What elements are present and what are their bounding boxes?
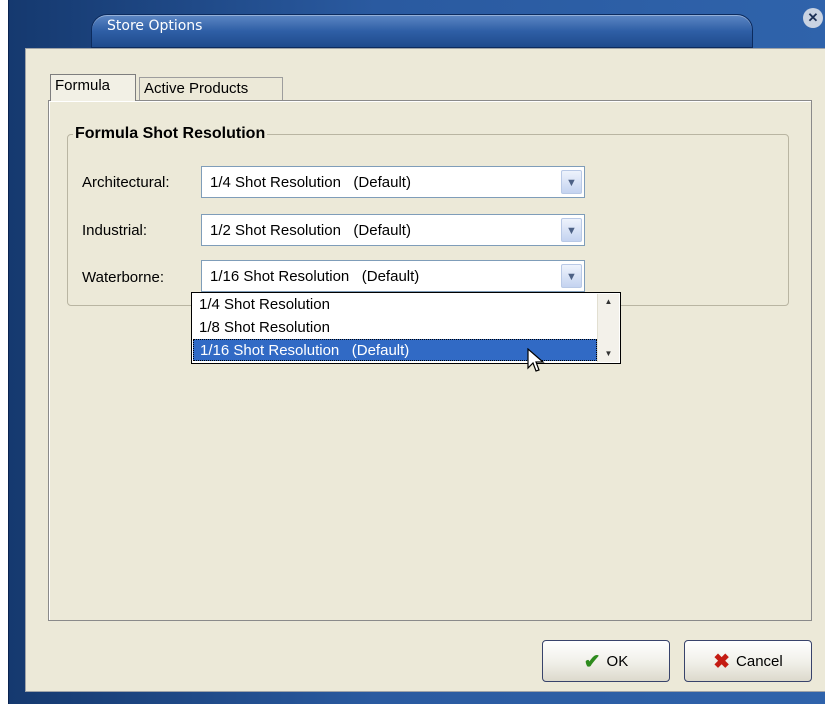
group-title: Formula Shot Resolution: [73, 125, 268, 143]
industrial-select[interactable]: 1/2 Shot Resolution (Default) ▼: [201, 214, 585, 246]
dropdown-option[interactable]: 1/8 Shot Resolution: [193, 317, 597, 339]
cancel-button[interactable]: ✖ Cancel: [684, 640, 812, 682]
checkmark-icon: ✔: [583, 650, 601, 673]
close-icon: ✕: [807, 10, 819, 25]
waterborne-select[interactable]: 1/16 Shot Resolution (Default) ▼: [201, 260, 585, 292]
chevron-down-icon[interactable]: ▼: [561, 218, 582, 242]
dialog-body: Formula Active Products Formula Shot Res…: [25, 48, 825, 692]
window-title: Store Options: [107, 18, 203, 34]
waterborne-value: 1/16 Shot Resolution (Default): [210, 268, 420, 285]
title-bar[interactable]: Store Options ✕: [9, 0, 825, 48]
x-icon: ✖: [713, 650, 731, 673]
ok-button[interactable]: ✔ OK: [542, 640, 670, 682]
industrial-value: 1/2 Shot Resolution (Default): [210, 222, 411, 239]
chevron-down-icon[interactable]: ▼: [561, 264, 582, 288]
scroll-down-icon[interactable]: ▼: [598, 346, 619, 362]
tab-active-products-label: Active Products: [144, 80, 249, 97]
architectural-select[interactable]: 1/4 Shot Resolution (Default) ▼: [201, 166, 585, 198]
tab-formula-label: Formula: [55, 77, 111, 94]
dropdown-scrollbar[interactable]: ▲ ▼: [597, 294, 619, 362]
waterborne-dropdown-list[interactable]: 1/4 Shot Resolution 1/8 Shot Resolution …: [191, 292, 621, 364]
dropdown-option[interactable]: 1/4 Shot Resolution: [193, 294, 597, 316]
waterborne-label: Waterborne:: [82, 269, 164, 286]
tab-active-products[interactable]: Active Products: [139, 77, 283, 101]
architectural-label: Architectural:: [82, 174, 170, 191]
industrial-label: Industrial:: [82, 222, 148, 239]
mouse-cursor-icon: [527, 348, 545, 372]
scroll-up-icon[interactable]: ▲: [598, 294, 619, 310]
tab-formula[interactable]: Formula: [50, 74, 136, 101]
cancel-label: Cancel: [736, 652, 783, 670]
close-button[interactable]: ✕: [803, 8, 823, 28]
architectural-value: 1/4 Shot Resolution (Default): [210, 174, 411, 191]
ok-label: OK: [606, 652, 629, 670]
chevron-down-icon[interactable]: ▼: [561, 170, 582, 194]
